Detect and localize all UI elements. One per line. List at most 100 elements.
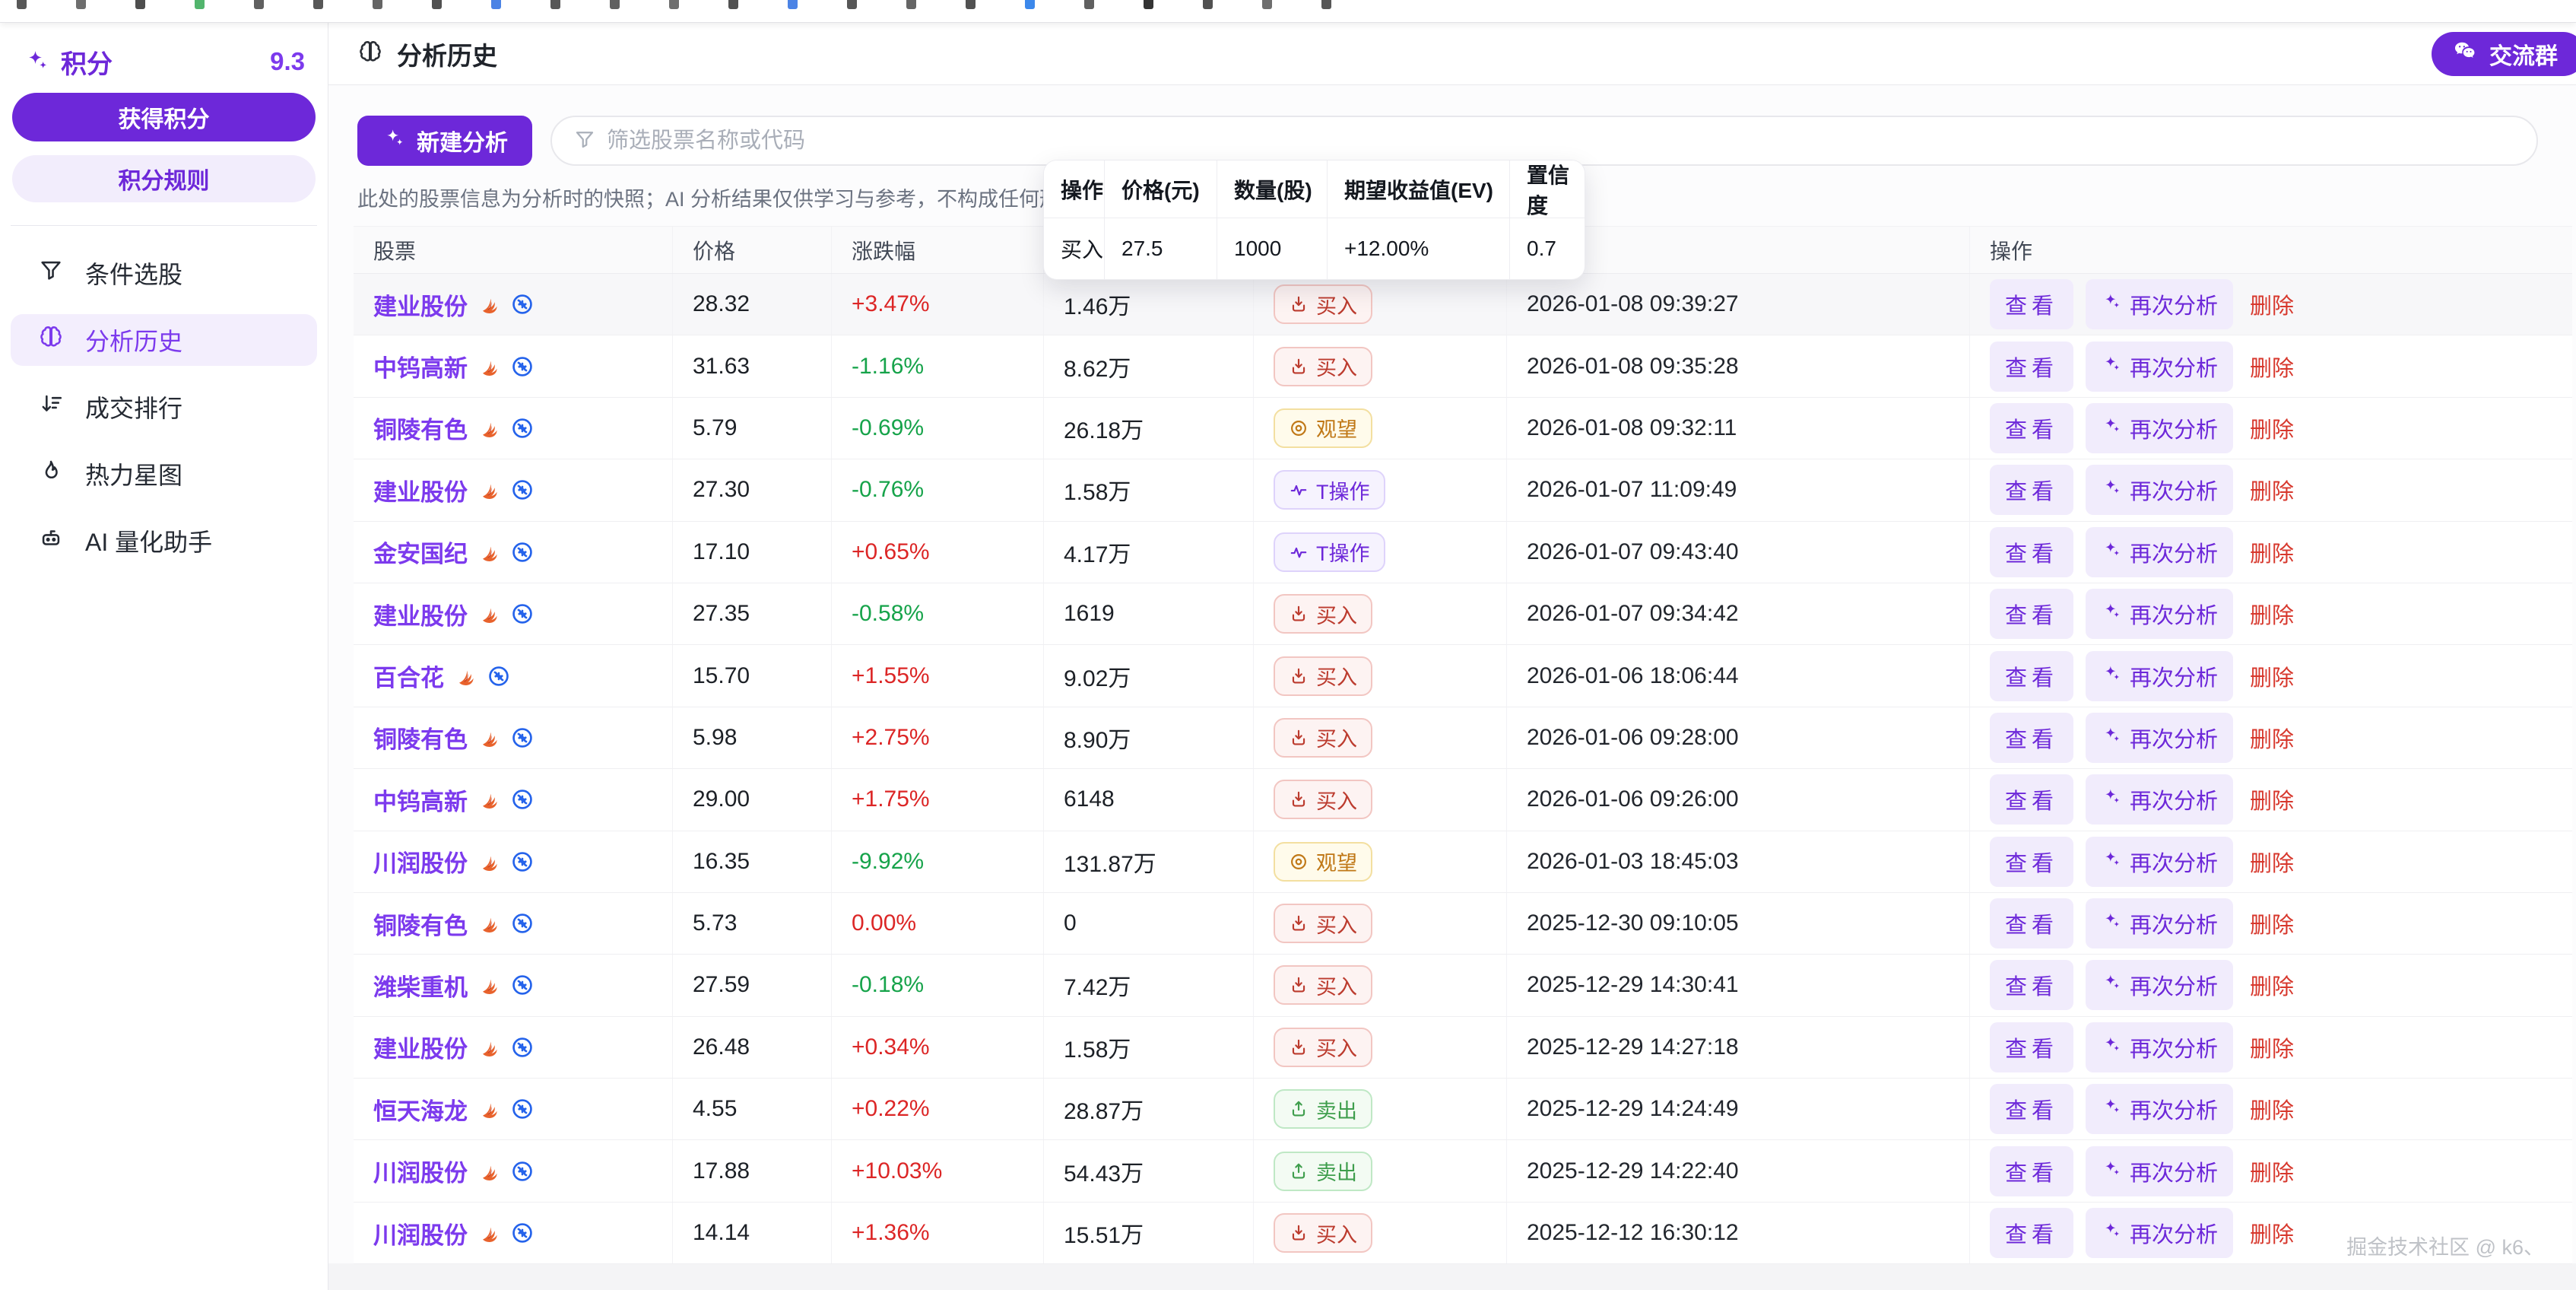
search-input[interactable] <box>607 129 2515 154</box>
stock-name-link[interactable]: 铜陵有色 <box>373 907 468 941</box>
delete-button[interactable]: 删除 <box>2245 279 2298 329</box>
new-analysis-button[interactable]: 新建分析 <box>357 116 532 166</box>
reanalyze-button[interactable]: 再次分析 <box>2086 898 2233 948</box>
blue-circle-logo-icon[interactable] <box>487 664 511 688</box>
flame-logo-icon[interactable] <box>478 726 503 750</box>
favicon-dot[interactable] <box>313 0 323 9</box>
favicon-dot[interactable] <box>1321 0 1331 9</box>
view-button[interactable]: 查看 <box>1990 279 2073 329</box>
stock-name-link[interactable]: 恒天海龙 <box>373 1092 468 1126</box>
flame-logo-icon[interactable] <box>478 787 503 812</box>
blue-circle-logo-icon[interactable] <box>510 1097 535 1121</box>
favicon-dot[interactable] <box>432 0 442 9</box>
stock-name-link[interactable]: 铜陵有色 <box>373 720 468 755</box>
reanalyze-button[interactable]: 再次分析 <box>2086 1022 2233 1072</box>
favicon-dot[interactable] <box>135 0 145 9</box>
view-button[interactable]: 查看 <box>1990 403 2073 453</box>
flame-logo-icon[interactable] <box>478 1221 503 1245</box>
favicon-dot[interactable] <box>491 0 501 9</box>
reanalyze-button[interactable]: 再次分析 <box>2086 342 2233 392</box>
favicon-dot[interactable] <box>1144 0 1153 9</box>
view-button[interactable]: 查看 <box>1990 465 2073 515</box>
blue-circle-logo-icon[interactable] <box>510 540 535 564</box>
view-button[interactable]: 查看 <box>1990 960 2073 1010</box>
favicon-dot[interactable] <box>195 0 205 9</box>
blue-circle-logo-icon[interactable] <box>510 478 535 502</box>
reanalyze-button[interactable]: 再次分析 <box>2086 527 2233 577</box>
delete-button[interactable]: 删除 <box>2245 651 2298 701</box>
view-button[interactable]: 查看 <box>1990 1208 2073 1258</box>
stock-name-link[interactable]: 中钨高新 <box>373 783 468 817</box>
blue-circle-logo-icon[interactable] <box>510 354 535 379</box>
sidebar-item-analysis-history[interactable]: 分析历史 <box>11 314 317 366</box>
delete-button[interactable]: 删除 <box>2245 342 2298 392</box>
stock-name-link[interactable]: 潍柴重机 <box>373 968 468 1002</box>
flame-logo-icon[interactable] <box>478 478 503 502</box>
points-rules-button[interactable]: 积分规则 <box>12 155 316 202</box>
favicon-dot[interactable] <box>906 0 916 9</box>
view-button[interactable]: 查看 <box>1990 713 2073 763</box>
view-button[interactable]: 查看 <box>1990 898 2073 948</box>
blue-circle-logo-icon[interactable] <box>510 787 535 812</box>
favicon-dot[interactable] <box>1025 0 1035 9</box>
delete-button[interactable]: 删除 <box>2245 1146 2298 1196</box>
flame-logo-icon[interactable] <box>478 354 503 379</box>
blue-circle-logo-icon[interactable] <box>510 1159 535 1184</box>
reanalyze-button[interactable]: 再次分析 <box>2086 774 2233 825</box>
flame-logo-icon[interactable] <box>478 1097 503 1121</box>
favicon-dot[interactable] <box>373 0 382 9</box>
favicon-dot[interactable] <box>788 0 798 9</box>
delete-button[interactable]: 删除 <box>2245 713 2298 763</box>
view-button[interactable]: 查看 <box>1990 1146 2073 1196</box>
earn-points-button[interactable]: 获得积分 <box>12 93 316 141</box>
flame-logo-icon[interactable] <box>478 602 503 626</box>
chat-group-button[interactable]: 交流群 <box>2432 32 2576 76</box>
stock-name-link[interactable]: 川润股份 <box>373 1154 468 1188</box>
delete-button[interactable]: 删除 <box>2245 774 2298 825</box>
stock-name-link[interactable]: 建业股份 <box>373 473 468 507</box>
delete-button[interactable]: 删除 <box>2245 1084 2298 1134</box>
sidebar-item-stock-screener[interactable]: 条件选股 <box>11 247 317 299</box>
stock-name-link[interactable]: 金安国纪 <box>373 535 468 569</box>
flame-logo-icon[interactable] <box>478 540 503 564</box>
delete-button[interactable]: 删除 <box>2245 465 2298 515</box>
stock-name-link[interactable]: 建业股份 <box>373 1030 468 1064</box>
reanalyze-button[interactable]: 再次分析 <box>2086 1084 2233 1134</box>
stock-name-link[interactable]: 铜陵有色 <box>373 411 468 445</box>
blue-circle-logo-icon[interactable] <box>510 850 535 874</box>
sidebar-item-ai-assistant[interactable]: AI 量化助手 <box>11 515 317 567</box>
blue-circle-logo-icon[interactable] <box>510 602 535 626</box>
favicon-dot[interactable] <box>966 0 976 9</box>
favicon-dot[interactable] <box>1084 0 1094 9</box>
flame-logo-icon[interactable] <box>478 416 503 440</box>
favicon-dot[interactable] <box>847 0 857 9</box>
blue-circle-logo-icon[interactable] <box>510 911 535 936</box>
sidebar-item-deal-ranking[interactable]: 成交排行 <box>11 381 317 433</box>
blue-circle-logo-icon[interactable] <box>510 1035 535 1060</box>
delete-button[interactable]: 删除 <box>2245 837 2298 887</box>
flame-logo-icon[interactable] <box>478 911 503 936</box>
reanalyze-button[interactable]: 再次分析 <box>2086 1208 2233 1258</box>
flame-logo-icon[interactable] <box>478 292 503 316</box>
blue-circle-logo-icon[interactable] <box>510 1221 535 1245</box>
reanalyze-button[interactable]: 再次分析 <box>2086 403 2233 453</box>
stock-name-link[interactable]: 百合花 <box>373 659 444 693</box>
reanalyze-button[interactable]: 再次分析 <box>2086 837 2233 887</box>
flame-logo-icon[interactable] <box>478 973 503 997</box>
flame-logo-icon[interactable] <box>478 850 503 874</box>
blue-circle-logo-icon[interactable] <box>510 726 535 750</box>
reanalyze-button[interactable]: 再次分析 <box>2086 960 2233 1010</box>
favicon-dot[interactable] <box>550 0 560 9</box>
view-button[interactable]: 查看 <box>1990 774 2073 825</box>
blue-circle-logo-icon[interactable] <box>510 292 535 316</box>
delete-button[interactable]: 删除 <box>2245 1022 2298 1072</box>
reanalyze-button[interactable]: 再次分析 <box>2086 1146 2233 1196</box>
stock-name-link[interactable]: 建业股份 <box>373 288 468 322</box>
reanalyze-button[interactable]: 再次分析 <box>2086 589 2233 639</box>
blue-circle-logo-icon[interactable] <box>510 973 535 997</box>
favicon-dot[interactable] <box>669 0 679 9</box>
delete-button[interactable]: 删除 <box>2245 403 2298 453</box>
blue-circle-logo-icon[interactable] <box>510 416 535 440</box>
stock-name-link[interactable]: 川润股份 <box>373 844 468 879</box>
flame-logo-icon[interactable] <box>478 1159 503 1184</box>
